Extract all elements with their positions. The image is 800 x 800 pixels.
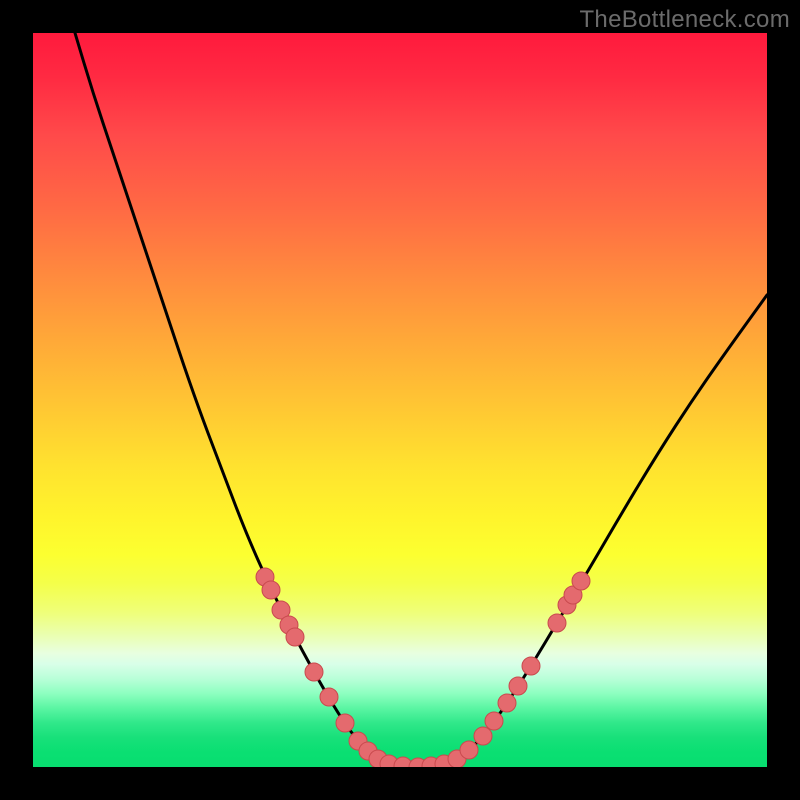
watermark-text: TheBottleneck.com — [579, 6, 790, 34]
data-point — [498, 694, 516, 712]
data-point — [305, 663, 323, 681]
data-point — [262, 581, 280, 599]
data-point — [320, 688, 338, 706]
chart-frame: TheBottleneck.com — [0, 0, 800, 800]
data-point — [460, 741, 478, 759]
data-point — [474, 727, 492, 745]
data-point — [522, 657, 540, 675]
curve-layer — [33, 33, 767, 767]
data-point — [509, 677, 527, 695]
data-point — [336, 714, 354, 732]
bottleneck-curve — [75, 33, 767, 767]
data-point — [572, 572, 590, 590]
data-point — [548, 614, 566, 632]
data-point — [485, 712, 503, 730]
plot-area — [33, 33, 767, 767]
data-points — [256, 568, 590, 767]
data-point — [286, 628, 304, 646]
